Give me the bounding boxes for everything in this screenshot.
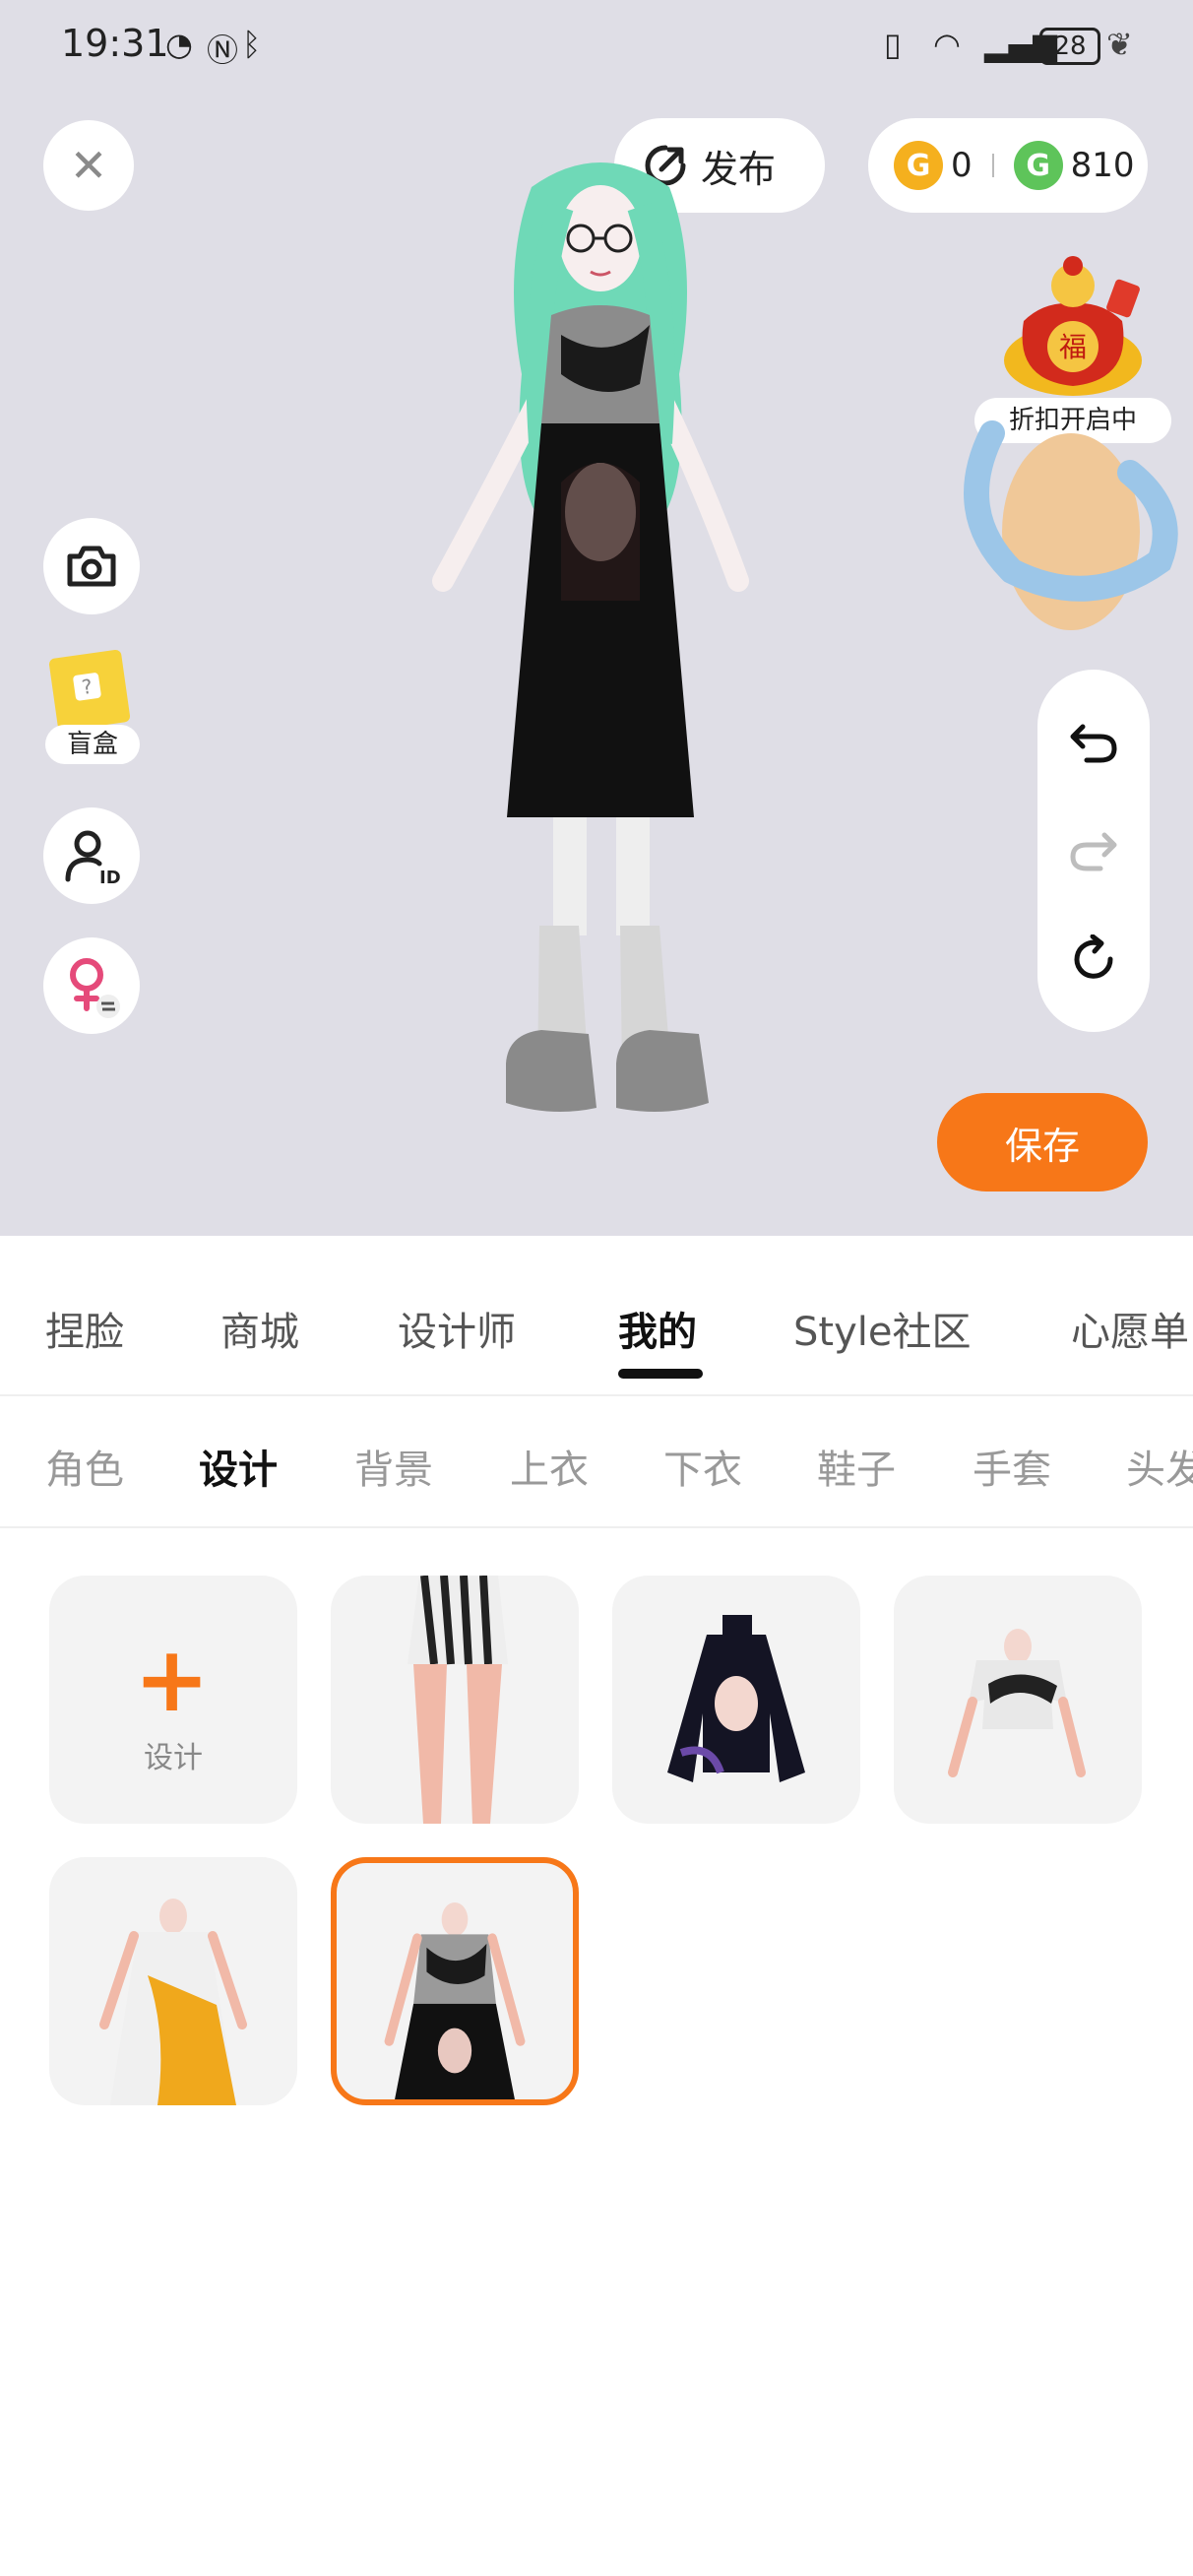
preview-stage: 19:31 ◔ Ⓝ ᛒ ▯ ◠ ▂▄▆ 28 ❦ ✕ 发布 G 0 G 810 …: [0, 0, 1193, 1236]
tab-divider: [0, 1394, 1193, 1396]
gender-switch-button[interactable]: [43, 937, 140, 1034]
add-design-label: 设计: [144, 1741, 203, 1775]
svg-text:福: 福: [1059, 331, 1087, 363]
close-icon: ✕: [69, 139, 108, 192]
svg-text:ID: ID: [99, 868, 121, 885]
category-tab-bar: 角色 设计 背景 上衣 下衣 鞋子 手套 头发: [0, 1398, 1193, 1526]
plus-icon: +: [134, 1627, 211, 1732]
subtab-bottom[interactable]: 下衣: [663, 1438, 742, 1495]
bluetooth-icon: ᛒ: [242, 26, 262, 63]
main-tab-bar: 捏脸 商城 设计师 我的 Style社区 心愿单: [0, 1260, 1193, 1388]
subtab-role[interactable]: 角色: [45, 1438, 124, 1495]
subtab-background[interactable]: 背景: [354, 1438, 433, 1495]
camera-icon: [67, 546, 116, 587]
tab-designer[interactable]: 设计师: [398, 1300, 516, 1357]
tab-mine[interactable]: 我的: [618, 1300, 697, 1357]
subtab-hair[interactable]: 头发: [1126, 1438, 1193, 1495]
close-button[interactable]: ✕: [43, 120, 134, 211]
design-thumbnail: [384, 1902, 526, 2099]
active-tab-indicator: [618, 1369, 703, 1379]
avatar-model: [432, 162, 749, 1112]
design-thumbnail: [408, 1576, 508, 1824]
redo-button[interactable]: [1037, 802, 1150, 900]
design-thumbnail: [99, 1899, 247, 2105]
tab-style-community[interactable]: Style社区: [793, 1300, 971, 1357]
tab-shop[interactable]: 商城: [220, 1300, 299, 1357]
subtab-divider: [0, 1526, 1193, 1528]
subtab-top[interactable]: 上衣: [510, 1438, 589, 1495]
redo-icon: [1070, 832, 1117, 871]
data-saver-icon: ◔: [165, 26, 193, 63]
avatar-id-button[interactable]: ID: [43, 807, 140, 904]
save-button[interactable]: 保存: [937, 1093, 1148, 1191]
leaf-icon: ❦: [1106, 26, 1133, 63]
tab-wishlist[interactable]: 心愿单: [1071, 1300, 1189, 1357]
subtab-gloves[interactable]: 手套: [973, 1438, 1051, 1495]
lucky-bag-icon: 福: [1004, 256, 1142, 396]
tab-face[interactable]: 捏脸: [45, 1300, 124, 1357]
gold-coin-count: 0: [951, 146, 973, 185]
wifi-icon: ◠: [933, 26, 961, 63]
blind-box-label: 盲盒: [45, 725, 140, 764]
subtab-design[interactable]: 设计: [199, 1438, 278, 1495]
decorative-ring-graphic: [964, 420, 1178, 630]
subtab-shoes[interactable]: 鞋子: [817, 1438, 896, 1495]
design-item-black-white-crop-top[interactable]: [894, 1576, 1142, 1824]
female-switch-icon: [70, 958, 120, 1018]
design-item-orange-white-dress[interactable]: [49, 1857, 297, 2105]
green-coin-count: 810: [1070, 146, 1135, 185]
undo-icon: [1070, 724, 1117, 763]
battery-indicator: 28: [1039, 28, 1100, 65]
coin-separator: [991, 154, 994, 177]
add-design-card[interactable]: + 设计: [49, 1576, 297, 1824]
nfc-icon: Ⓝ: [207, 32, 239, 69]
user-id-icon: ID: [65, 830, 121, 885]
undo-button[interactable]: [1037, 693, 1150, 792]
camera-button[interactable]: [43, 518, 140, 614]
reset-icon: [1074, 934, 1113, 979]
status-time: 19:31: [61, 22, 169, 65]
history-controls: [1037, 670, 1150, 1032]
blind-box-icon: ?: [48, 649, 131, 732]
coin-balance[interactable]: G 0 G 810: [868, 118, 1148, 213]
green-coin-icon: G: [1013, 141, 1063, 190]
design-thumbnail: [948, 1629, 1086, 1777]
blind-box-button[interactable]: ? 盲盒: [43, 649, 142, 764]
design-item-black-printed-jacket[interactable]: [612, 1576, 860, 1824]
design-item-black-grey-dress[interactable]: [331, 1857, 579, 2105]
gold-coin-icon: G: [894, 141, 943, 190]
design-item-striped-skirt[interactable]: [331, 1576, 579, 1824]
status-bar: 19:31 ◔ Ⓝ ᛒ ▯ ◠ ▂▄▆ 28 ❦: [0, 0, 1193, 98]
reset-button[interactable]: [1037, 910, 1150, 1008]
vibrate-icon: ▯: [884, 26, 902, 63]
design-thumbnail: [667, 1615, 805, 1782]
